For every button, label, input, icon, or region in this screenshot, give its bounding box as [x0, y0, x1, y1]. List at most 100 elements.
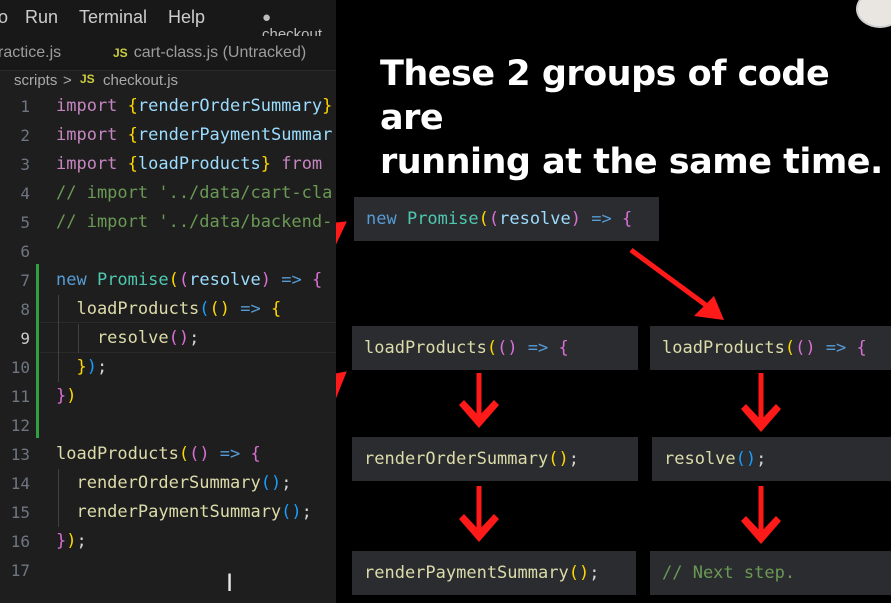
git-modified-indicator [36, 264, 39, 438]
menu-item-terminal[interactable]: Terminal [79, 7, 147, 28]
code-token: ( [486, 338, 498, 358]
menu-item-go[interactable]: o [0, 7, 8, 28]
code-token: => [517, 338, 559, 358]
code-token: Promise [96, 270, 169, 290]
code-box-resolve: resolve(); [652, 437, 891, 481]
code-line[interactable]: import {loadProducts} from [56, 150, 322, 179]
tab-label: ractice.js [0, 44, 62, 61]
code-token: } [56, 386, 67, 406]
code-box-next-step: // Next step. [650, 551, 891, 595]
code-token: { [270, 299, 282, 319]
line-number: 10 [10, 358, 30, 377]
code-token: // import '../data/backend- [56, 212, 333, 232]
menu-item-run[interactable]: Run [25, 7, 58, 28]
code-snippet: loadProducts(() => { [662, 338, 867, 358]
code-token: import [56, 154, 128, 174]
code-token: renderPaymentSummary [56, 502, 282, 522]
line-number: 6 [20, 242, 30, 261]
line-number: 16 [10, 532, 30, 551]
line-number: 13 [10, 445, 30, 464]
code-line[interactable]: // import '../data/backend- [56, 208, 332, 237]
js-file-icon: JS [113, 46, 128, 60]
tab-cart-class[interactable]: JS cart-class.js (Untracked) [113, 36, 306, 70]
code-token: } [56, 357, 87, 377]
line-number: 17 [10, 561, 30, 580]
code-token: loadProducts [364, 338, 487, 358]
code-line[interactable]: import {renderOrderSummary} [56, 92, 332, 121]
flow-arrow-line [629, 247, 720, 317]
code-token: { [127, 96, 138, 116]
code-token: () [281, 502, 302, 522]
code-token: () [735, 449, 757, 469]
code-line[interactable]: }); [56, 527, 87, 556]
code-token: ; [96, 357, 108, 377]
code-token: ) [66, 386, 77, 406]
code-token: ) [66, 531, 77, 551]
code-token: ) [86, 357, 97, 377]
code-token: ) [260, 270, 272, 290]
code-token: ; [301, 502, 312, 522]
code-line[interactable]: renderPaymentSummary(); [56, 498, 312, 527]
line-number: 11 [10, 387, 30, 406]
code-token: { [250, 444, 261, 464]
code-line[interactable]: resolve(); [56, 324, 199, 353]
code-token: => [230, 299, 271, 319]
code-line[interactable]: loadProducts(() => { [56, 440, 261, 469]
flow-arrows [336, 221, 781, 544]
line-number: 5 [20, 213, 30, 232]
text-cursor-icon: I [226, 569, 234, 597]
code-line[interactable]: // import '../data/cart-cla [56, 179, 332, 208]
code-token: ; [589, 563, 600, 583]
js-file-icon: JS [80, 72, 95, 86]
menu-item-help[interactable]: Help [168, 7, 205, 28]
code-token: loadProducts [662, 338, 785, 358]
code-token: ; [568, 449, 579, 469]
line-number: 4 [20, 184, 30, 203]
breadcrumb: scripts > JS checkout.js [0, 71, 336, 93]
code-token: renderPaymentSummar [137, 125, 333, 145]
line-number: 3 [20, 155, 30, 174]
line-number: 1 [20, 97, 30, 116]
pointer-arrow-icon [336, 371, 347, 399]
code-token: new [56, 270, 97, 290]
code-editor[interactable]: o Run Terminal Help ● checkout. ractice.… [0, 0, 336, 603]
code-token: } [56, 531, 67, 551]
code-token: } [322, 96, 333, 116]
code-token: () [189, 444, 210, 464]
code-line[interactable]: loadProducts(() => { [56, 295, 281, 324]
breadcrumb-file[interactable]: checkout.js [103, 72, 178, 89]
code-token: renderOrderSummary [364, 449, 549, 469]
code-line[interactable]: }); [56, 353, 107, 382]
code-token: () [168, 328, 190, 348]
line-number: 12 [10, 416, 30, 435]
code-token: () [497, 338, 518, 358]
code-box-render-order-summary: renderOrderSummary(); [352, 437, 638, 481]
code-token: () [260, 473, 282, 493]
line-number: 14 [10, 474, 30, 493]
code-token: () [548, 449, 569, 469]
code-box-render-payment-summary: renderPaymentSummary(); [352, 551, 636, 595]
code-box-load-products-right: loadProducts(() => { [650, 326, 891, 370]
code-token: renderOrderSummary [56, 473, 261, 493]
code-line[interactable]: }) [56, 382, 77, 411]
line-number: 7 [20, 271, 30, 290]
code-token: ; [281, 473, 292, 493]
code-token: new [366, 209, 407, 229]
code-token: loadProducts [56, 299, 200, 319]
line-number: 9 [20, 329, 30, 348]
code-token: { [311, 270, 323, 290]
code-token: renderOrderSummary [137, 96, 323, 116]
breadcrumb-folder[interactable]: scripts [14, 72, 57, 89]
code-token: resolve [189, 270, 261, 290]
code-token: => [815, 338, 857, 358]
code-line[interactable]: import {renderPaymentSummar [56, 121, 332, 150]
code-token: loadProducts [56, 444, 179, 464]
tab-practice[interactable]: ractice.js [0, 36, 61, 70]
code-token: => [271, 270, 312, 290]
code-token: loadProducts [137, 154, 261, 174]
code-snippet: renderOrderSummary(); [364, 449, 579, 469]
code-token: ( [488, 209, 500, 229]
code-token: () [209, 299, 231, 319]
code-line[interactable]: new Promise((resolve) => { [56, 266, 322, 295]
code-line[interactable]: renderOrderSummary(); [56, 469, 291, 498]
